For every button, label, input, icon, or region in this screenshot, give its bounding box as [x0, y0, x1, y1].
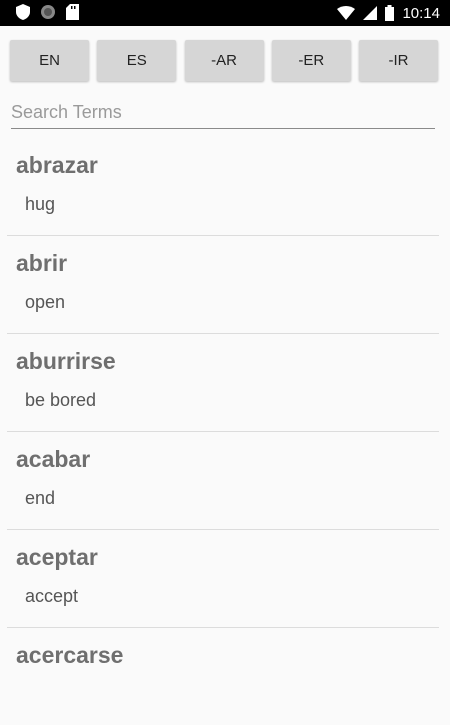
search-input[interactable] [11, 98, 435, 126]
term-text: abrazar [16, 152, 98, 178]
signal-icon [363, 6, 378, 20]
translation-text: end [25, 488, 56, 508]
term-text: abrir [16, 250, 68, 276]
filter-ar-button[interactable]: -AR [184, 40, 264, 81]
circle-icon [41, 5, 55, 19]
term-text: aceptar [16, 544, 98, 570]
filter-toolbar: EN ES -AR -ER -IR [10, 40, 438, 82]
list-item[interactable]: acabar end [7, 432, 439, 530]
sd-card-icon [66, 4, 79, 20]
list-item[interactable]: aburrirse be bored [7, 334, 439, 432]
term-text: acabar [16, 446, 91, 472]
wifi-icon [337, 6, 356, 20]
translation-text: open [25, 292, 66, 312]
status-system: 10:14 [337, 2, 440, 24]
list-item[interactable]: abrazar hug [7, 138, 439, 236]
term-text: aburrirse [16, 348, 116, 374]
status-notifications [16, 4, 79, 20]
status-bar: 10:14 [0, 0, 450, 26]
list-item[interactable]: abrir open [7, 236, 439, 334]
filter-en-button[interactable]: EN [10, 40, 89, 81]
filter-er-button[interactable]: -ER [271, 40, 351, 81]
status-clock: 10:14 [402, 4, 440, 22]
shield-icon [16, 4, 30, 20]
list-item[interactable]: acercarse [7, 628, 439, 725]
translation-text: be bored [25, 390, 97, 410]
translation-text: hug [25, 194, 56, 214]
search-field [11, 98, 435, 129]
term-list[interactable]: abrazar hug abrir open aburrirse be bore… [7, 138, 439, 725]
battery-icon [385, 5, 395, 21]
term-text: acercarse [16, 642, 124, 668]
list-item[interactable]: aceptar accept [7, 530, 439, 628]
filter-ir-button[interactable]: -IR [359, 40, 438, 81]
translation-text: accept [25, 586, 79, 606]
filter-es-button[interactable]: ES [97, 40, 177, 81]
